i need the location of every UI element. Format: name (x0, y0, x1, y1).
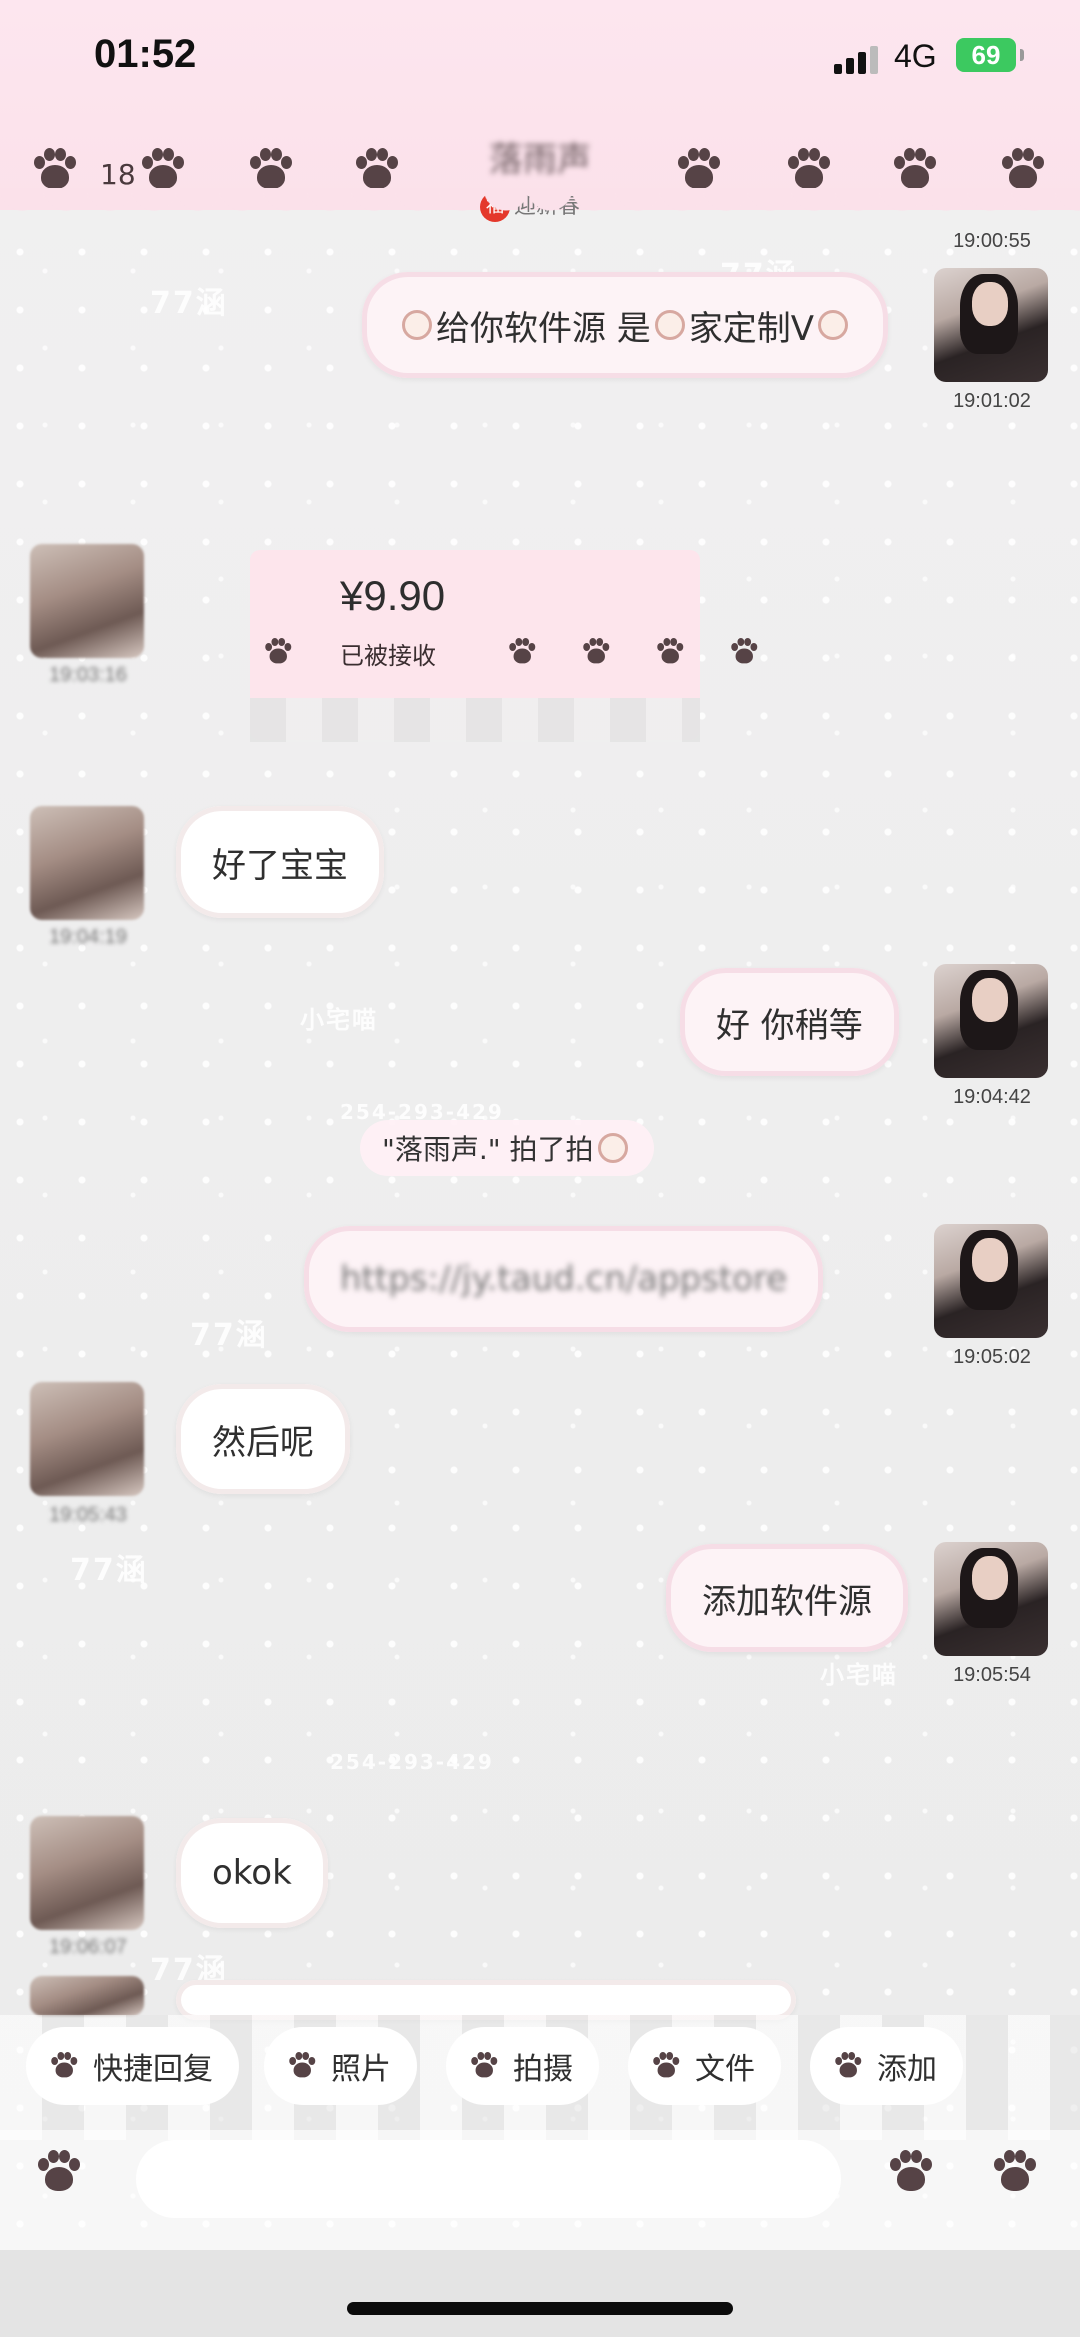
transfer-status: 已被接收 (340, 642, 436, 670)
new-year-tag: 福迎新春 (480, 188, 580, 222)
battery-icon: 69 (956, 38, 1024, 72)
message-input[interactable] (136, 2140, 841, 2218)
paw-icon (582, 638, 611, 665)
paw-icon (140, 148, 186, 192)
watermark: 77涵 (190, 1318, 268, 1353)
system-text: "落雨声." 拍了拍 (382, 1133, 594, 1166)
message-time: 19:05:02 (953, 1346, 1031, 1368)
camera-label: 拍摄 (513, 2052, 573, 2087)
file-button[interactable]: 文件 (628, 2027, 781, 2105)
bunny-icon (402, 310, 432, 340)
paw-icon (656, 638, 685, 665)
more-paw-icon[interactable] (1000, 148, 1046, 192)
paw-icon (248, 148, 294, 192)
photo-label: 照片 (331, 2052, 391, 2087)
quick-reply-button[interactable]: 快捷回复 (26, 2027, 239, 2105)
paw-icon (288, 2052, 316, 2078)
bunny-icon (654, 310, 685, 340)
transfer-footer (250, 698, 700, 742)
message-text: 给你软件源 是 (436, 308, 651, 349)
message-bubble[interactable]: 好了宝宝 (176, 806, 384, 918)
my-avatar[interactable] (934, 964, 1048, 1078)
message-time: 19:04:42 (953, 1086, 1031, 1108)
back-paw-icon[interactable] (32, 148, 78, 192)
watermark: 77涵 (70, 1553, 148, 1588)
paw-icon (508, 638, 537, 665)
bunny-icon (597, 1133, 628, 1163)
message-bubble[interactable] (176, 1980, 796, 2020)
quick-reply-label: 快捷回复 (93, 2052, 213, 2087)
message-time: 19:06:07 (49, 1936, 127, 1958)
contact-avatar[interactable] (30, 1976, 144, 2016)
message-text: okok (212, 1853, 292, 1893)
contact-avatar[interactable] (30, 1382, 144, 1496)
new-year-label: 迎新春 (514, 194, 581, 219)
message-bubble[interactable]: 添加软件源 (666, 1544, 908, 1652)
message-text: 好 你稍等 (716, 1005, 863, 1046)
home-area (0, 2250, 1080, 2337)
message-text: 家定制V (688, 308, 815, 349)
emoji-paw-icon[interactable] (888, 2150, 934, 2194)
contact-avatar[interactable] (30, 544, 144, 658)
message-time: 19:05:43 (49, 1504, 127, 1526)
transfer-amount: ¥9.90 (340, 572, 446, 619)
contact-avatar[interactable] (30, 806, 144, 920)
voice-paw-icon[interactable] (36, 2150, 82, 2194)
message-time: 19:03:16 (49, 664, 127, 686)
chat-title[interactable]: 落雨声 (450, 132, 630, 181)
message-time: 19:00:55 (953, 230, 1031, 252)
signal-icon (834, 44, 882, 74)
message-text: 然后呢 (212, 1422, 314, 1463)
watermark: 小宅喵 (820, 1661, 898, 1689)
file-label: 文件 (695, 2052, 755, 2087)
message-text: 好了宝宝 (212, 845, 348, 886)
paw-icon (786, 148, 832, 192)
watermark: 小宅喵 (300, 1006, 378, 1034)
photo-button[interactable]: 照片 (264, 2027, 417, 2105)
message-bubble[interactable]: 给你软件源 是 家定制V (362, 272, 889, 378)
fu-icon: 福 (480, 192, 510, 222)
status-time: 01:52 (94, 32, 197, 76)
watermark: 77涵 (150, 286, 228, 321)
add-button[interactable]: 添加 (810, 2027, 963, 2105)
paw-icon (264, 638, 293, 665)
message-bubble[interactable]: okok (176, 1818, 328, 1928)
home-indicator[interactable] (347, 2302, 733, 2315)
paw-icon (730, 638, 759, 665)
paw-icon (470, 2052, 498, 2078)
message-time: 19:01:02 (953, 390, 1031, 412)
add-label: 添加 (877, 2052, 937, 2087)
back-unread-count[interactable]: 18 (100, 158, 136, 191)
bunny-icon (818, 310, 849, 340)
message-bubble[interactable]: 好 你稍等 (680, 968, 899, 1076)
my-avatar[interactable] (934, 1224, 1048, 1338)
paw-icon (652, 2052, 680, 2078)
paw-icon (834, 2052, 862, 2078)
my-avatar[interactable] (934, 1542, 1048, 1656)
message-bubble[interactable]: 然后呢 (176, 1384, 350, 1494)
pat-notification: "落雨声." 拍了拍 (360, 1120, 654, 1176)
more-options-paw-icon[interactable] (992, 2150, 1038, 2194)
chat-header: 01:52 4G 69 18 落雨声 福迎新春 (0, 0, 1080, 232)
paw-icon (892, 148, 938, 192)
network-label: 4G (894, 38, 937, 74)
paw-icon (676, 148, 722, 192)
link-bubble[interactable]: https://jy.taud.cn/appstore (304, 1226, 824, 1332)
camera-button[interactable]: 拍摄 (446, 2027, 599, 2105)
paw-icon (354, 148, 400, 192)
paw-icon (50, 2052, 78, 2078)
message-time: 19:05:54 (953, 1664, 1031, 1686)
watermark: 254-293-429 (330, 1750, 494, 1774)
my-avatar[interactable] (934, 268, 1048, 382)
contact-avatar[interactable] (30, 1816, 144, 1930)
message-text: 添加软件源 (702, 1581, 872, 1622)
message-time: 19:04:19 (49, 926, 127, 948)
link-text[interactable]: https://jy.taud.cn/appstore (340, 1259, 787, 1299)
